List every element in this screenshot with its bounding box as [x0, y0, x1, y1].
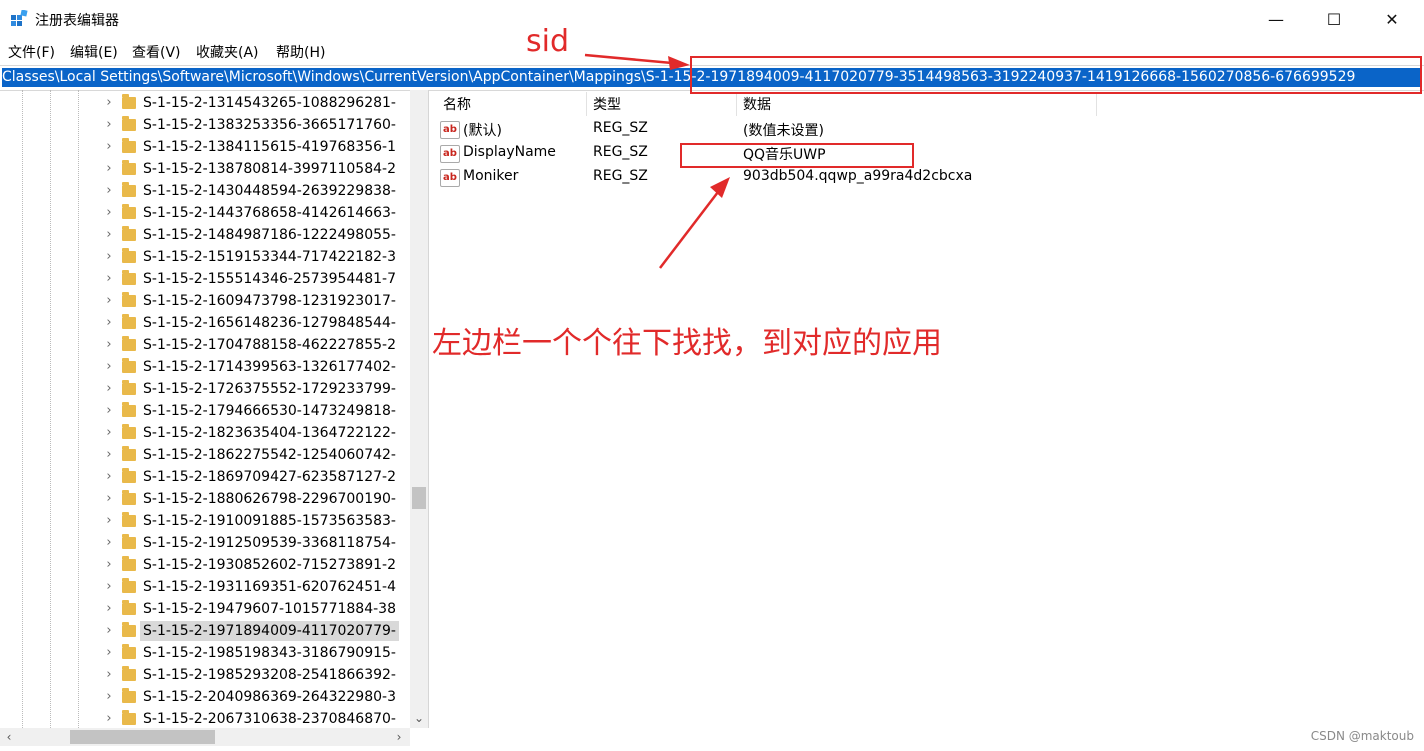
watermark: CSDN @maktoub — [1310, 729, 1414, 743]
annotation-arrows — [584, 53, 730, 269]
displayname-arrow-icon — [659, 177, 730, 269]
sid-arrow-icon — [584, 53, 690, 70]
instruction-annotation: 左边栏一个个往下找找，到对应的应用 — [432, 326, 942, 361]
